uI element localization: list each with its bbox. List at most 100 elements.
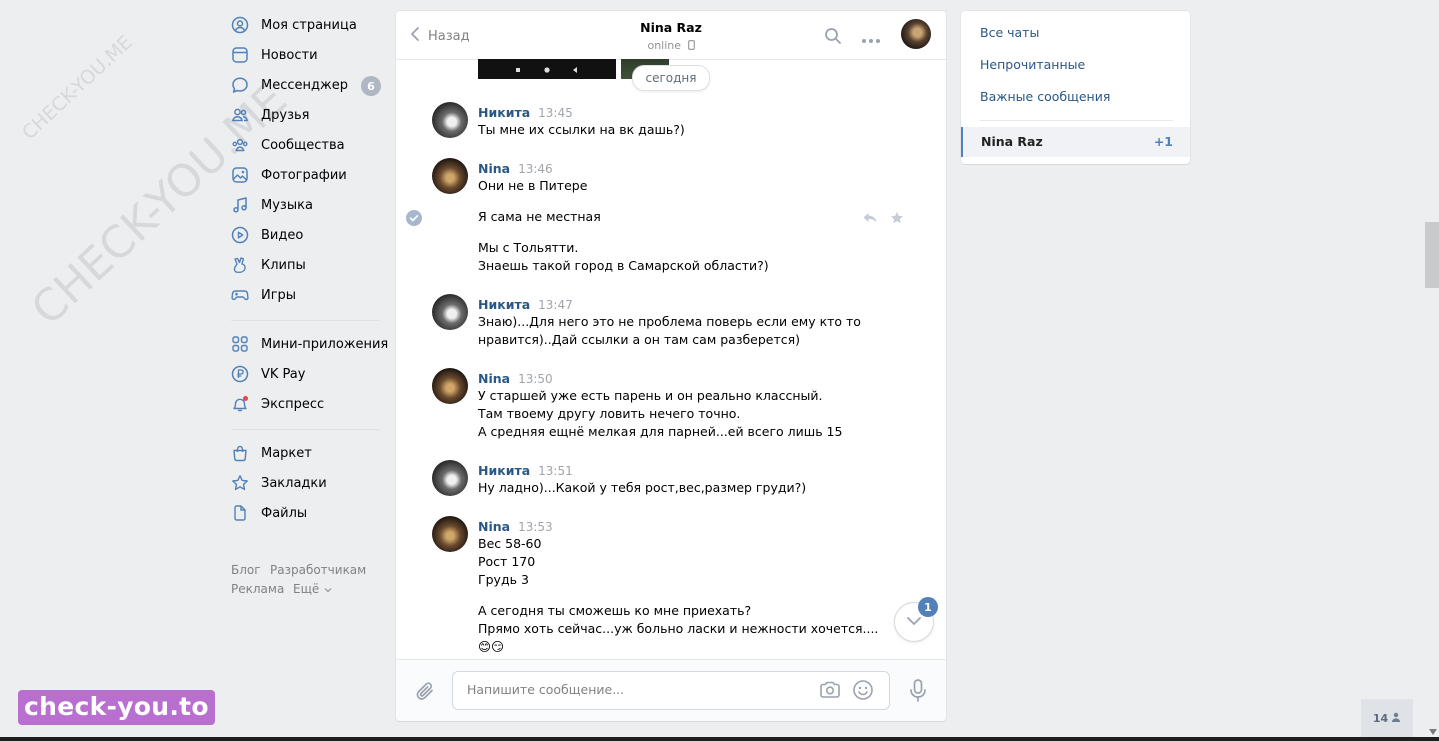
message-author[interactable]: Nina 13:50 [478, 371, 553, 386]
active-chat-name: Nina Raz [981, 134, 1043, 149]
footer-blog-link[interactable]: Блог [231, 563, 261, 577]
page-scrollbar-thumb[interactable] [1425, 222, 1439, 288]
message-author[interactable]: Nina 13:53 [478, 519, 553, 534]
nav-item-news[interactable]: Новости [231, 43, 318, 67]
message-author[interactable]: Никита 13:51 [478, 463, 573, 478]
nav-item-bookmarks[interactable]: Закладки [231, 471, 327, 495]
avatar[interactable] [432, 102, 468, 138]
message-text: Ну ладно)...Какой у тебя рост,вес,размер… [478, 480, 807, 495]
nav-label: Клипы [261, 257, 306, 273]
watermark-small: CHECK-YOU.ME [18, 31, 137, 145]
nav-label: Экспресс [261, 396, 325, 412]
message-input-box[interactable] [452, 671, 890, 710]
nav-divider [231, 320, 379, 321]
nav-item-my-page[interactable]: Моя страница [231, 13, 357, 37]
message-text: Мы с Тольятти. [478, 240, 579, 255]
message-text: Они не в Питере [478, 178, 588, 193]
footer-more-link[interactable]: Ещё [293, 582, 332, 596]
peer-avatar[interactable] [901, 19, 931, 49]
avatar[interactable] [432, 516, 468, 552]
photo-icon [231, 166, 249, 184]
nav-item-communities[interactable]: Сообщества [231, 133, 345, 157]
avatar[interactable] [432, 294, 468, 330]
nav-label: Музыка [261, 197, 313, 213]
mini-apps-icon [231, 335, 249, 353]
bag-icon [231, 444, 249, 462]
nav-item-clips[interactable]: Клипы [231, 253, 306, 277]
news-icon [231, 46, 249, 64]
online-count: 14 [1372, 711, 1389, 725]
clips-icon [231, 256, 249, 274]
active-chat-item[interactable]: Nina Raz +1 [961, 127, 1190, 157]
groups-icon [231, 136, 249, 154]
previous-video-thumbnail[interactable] [478, 59, 616, 79]
nav-item-vk-pay[interactable]: VK Pay [231, 362, 305, 386]
star-icon[interactable] [890, 211, 904, 229]
nav-label: Закладки [261, 475, 327, 491]
message-text: Там твоему другу ловить нечего точно. [478, 406, 741, 421]
nav-label: Фотографии [261, 167, 347, 183]
more-options-icon[interactable] [861, 33, 881, 48]
message-author[interactable]: Никита 13:45 [478, 105, 573, 120]
message-text: Знаешь такой город в Самарской области?) [478, 258, 769, 273]
nav-item-files[interactable]: Файлы [231, 501, 307, 525]
avatar[interactable] [432, 158, 468, 194]
unread-count-badge: 1 [918, 597, 938, 617]
file-icon [231, 504, 249, 522]
nav-label: VK Pay [261, 366, 306, 382]
search-icon[interactable] [824, 27, 842, 49]
chat-bubble-icon [231, 76, 249, 94]
footer-ads-link[interactable]: Реклама [231, 582, 284, 596]
message-composer [396, 659, 946, 721]
nav-item-video[interactable]: Видео [231, 223, 303, 247]
author-name: Никита [478, 297, 531, 312]
message-text: А средняя ещнё мелкая для парней...ей вс… [478, 424, 843, 439]
message-author[interactable]: Nina 13:46 [478, 161, 553, 176]
peer-status-label: online [647, 39, 682, 52]
author-name: Nina [478, 161, 511, 176]
reply-icon[interactable] [862, 211, 878, 229]
camera-icon[interactable] [819, 681, 841, 703]
chevron-down-icon [324, 582, 332, 596]
nav-label: Новости [261, 47, 318, 63]
nav-item-messenger[interactable]: Мессенджер [231, 73, 348, 97]
message-author[interactable]: Никита 13:47 [478, 297, 573, 312]
nav-item-express[interactable]: Экспресс [231, 392, 324, 416]
message-text: Грудь 3 [478, 572, 529, 587]
message-input[interactable] [465, 681, 809, 698]
message-time: 13:47 [538, 298, 573, 312]
nav-item-mini-apps[interactable]: Мини-приложения [231, 332, 388, 356]
avatar[interactable] [432, 368, 468, 404]
filter-unread[interactable]: Непрочитанные [980, 57, 1085, 72]
friends-icon [231, 106, 249, 124]
nav-item-music[interactable]: Музыка [231, 193, 313, 217]
nav-item-games[interactable]: Игры [231, 283, 296, 307]
panel-divider [980, 120, 1173, 121]
footer-dev-link[interactable]: Разработчикам [270, 563, 366, 577]
nav-item-friends[interactable]: Друзья [231, 103, 310, 127]
nav-item-market[interactable]: Маркет [231, 441, 312, 465]
online-friends-button[interactable]: 14 [1361, 699, 1413, 737]
message-time: 13:46 [518, 162, 553, 176]
message-text: Прямо хоть сейчас...уж больно ласки и не… [478, 621, 879, 636]
filter-important[interactable]: Важные сообщения [980, 89, 1110, 104]
active-chat-count: +1 [1153, 134, 1173, 149]
messenger-unread-badge: 6 [361, 76, 381, 96]
nav-label: Мини-приложения [261, 336, 389, 352]
message-emoji: 😊😏 [478, 639, 505, 654]
filter-all-chats[interactable]: Все чаты [980, 25, 1039, 40]
nav-label: Маркет [261, 445, 312, 461]
chat-header: Назад Nina Raz online [396, 11, 946, 60]
microphone-icon[interactable] [908, 678, 928, 708]
footer-more-label: Ещё [293, 582, 320, 596]
gamepad-icon [231, 286, 249, 304]
avatar[interactable] [432, 460, 468, 496]
attach-icon[interactable] [414, 680, 436, 706]
message-time: 13:53 [518, 520, 553, 534]
ruble-icon [231, 365, 249, 383]
message-text: У старшей уже есть парень и он реально к… [478, 388, 823, 403]
person-icon [1391, 712, 1401, 725]
emoji-icon[interactable] [852, 679, 874, 705]
nav-item-photos[interactable]: Фотографии [231, 163, 347, 187]
checkmark-icon[interactable] [406, 210, 422, 226]
